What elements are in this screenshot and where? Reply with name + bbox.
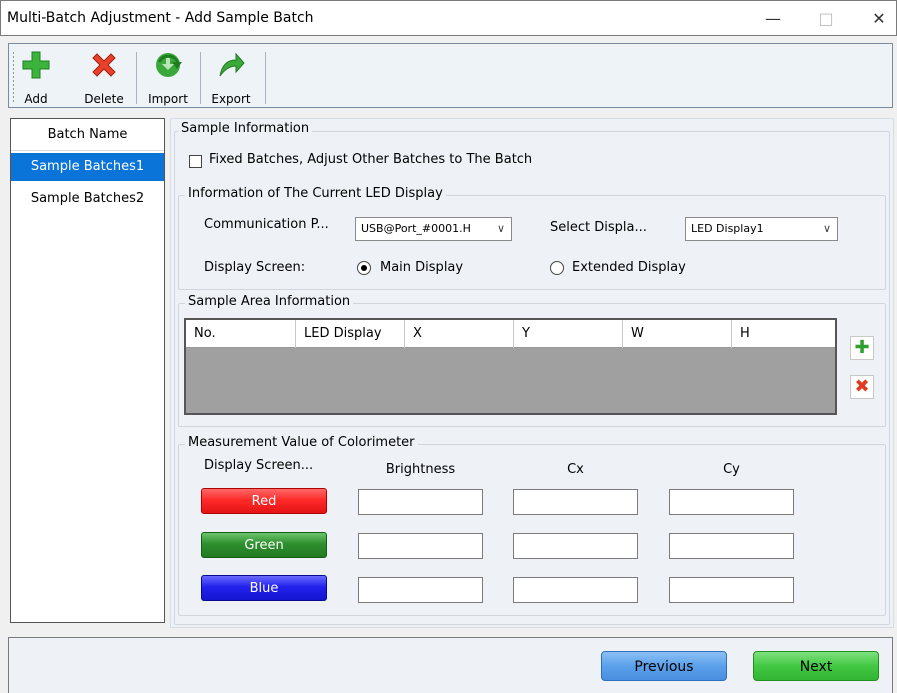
plus-icon [22, 51, 50, 79]
import-icon [156, 53, 182, 77]
plus-icon: ✚ [854, 337, 870, 358]
export-icon [219, 52, 245, 77]
column-header-no[interactable]: No. [186, 320, 296, 348]
extended-display-radio[interactable] [550, 261, 564, 275]
table-header: No. LED Display X Y W H [186, 320, 835, 348]
green-button[interactable]: Green [201, 532, 327, 558]
red-cx-input[interactable] [513, 489, 638, 515]
delete-button[interactable]: Delete [81, 48, 127, 106]
comm-port-select[interactable]: USB@Port_#0001.H ∨ [355, 217, 512, 241]
title-bar: Multi-Batch Adjustment - Add Sample Batc… [0, 0, 897, 36]
delete-label: Delete [84, 92, 124, 106]
chevron-down-icon: ∨ [496, 222, 505, 235]
next-button[interactable]: Next [753, 651, 879, 681]
cy-header: Cy [723, 462, 740, 477]
sample-info-title: Sample Information [178, 121, 313, 136]
add-button[interactable]: Add [21, 48, 51, 106]
window-title: Multi-Batch Adjustment - Add Sample Batc… [7, 10, 314, 26]
cx-header: Cx [567, 462, 584, 477]
batch-item[interactable]: Sample Batches2 [11, 185, 164, 213]
export-label: Export [211, 92, 251, 106]
brightness-header: Brightness [385, 462, 456, 477]
measurement-title: Measurement Value of Colorimeter [185, 435, 418, 450]
import-button[interactable]: Import [145, 48, 191, 106]
column-header-w[interactable]: W [623, 320, 732, 348]
blue-button[interactable]: Blue [201, 575, 327, 601]
add-area-button[interactable]: ✚ [850, 336, 874, 360]
toolbar-separator [136, 52, 137, 104]
display-screen-header: Display Screen... [204, 458, 314, 473]
current-display-title: Information of The Current LED Display [185, 186, 446, 201]
green-cx-input[interactable] [513, 533, 638, 559]
blue-cx-input[interactable] [513, 577, 638, 603]
blue-brightness-input[interactable] [358, 577, 483, 603]
sample-area-title: Sample Area Information [185, 294, 354, 309]
delete-x-icon: ✖ [854, 376, 870, 397]
batch-item[interactable]: Sample Batches1 [11, 153, 164, 181]
sample-area-table[interactable]: No. LED Display X Y W H [184, 318, 837, 415]
toolbar-grip [13, 52, 14, 104]
column-header-x[interactable]: X [405, 320, 514, 348]
maximize-button[interactable]: □ [812, 5, 840, 33]
blue-cy-input[interactable] [669, 577, 794, 603]
extended-display-label: Extended Display [572, 260, 686, 275]
minimize-button[interactable]: — [759, 5, 787, 33]
toolbar: Add Delete Import Export [8, 43, 893, 108]
delete-area-button[interactable]: ✖ [850, 375, 874, 399]
fixed-batches-label: Fixed Batches, Adjust Other Batches to T… [209, 152, 533, 167]
close-button[interactable]: ✕ [865, 5, 893, 33]
toolbar-separator [200, 52, 201, 104]
column-header-y[interactable]: Y [514, 320, 623, 348]
previous-button[interactable]: Previous [601, 651, 727, 681]
column-header-h[interactable]: H [732, 320, 835, 348]
red-brightness-input[interactable] [358, 489, 483, 515]
comm-port-label: Communication P... [204, 217, 329, 232]
batch-list-header: Batch Name [11, 119, 164, 151]
green-cy-input[interactable] [669, 533, 794, 559]
delete-x-icon [92, 53, 116, 77]
column-header-led-display[interactable]: LED Display [296, 320, 405, 348]
display-screen-label: Display Screen: [204, 260, 306, 275]
select-display-value: LED Display1 [691, 222, 764, 235]
toolbar-separator [265, 52, 266, 104]
select-display-label: Select Displa... [550, 220, 647, 235]
red-button[interactable]: Red [201, 488, 327, 514]
batch-list: Batch Name Sample Batches1 Sample Batche… [10, 118, 165, 623]
add-label: Add [24, 92, 48, 106]
comm-port-value: USB@Port_#0001.H [361, 222, 471, 235]
select-display-select[interactable]: LED Display1 ∨ [685, 217, 838, 241]
fixed-batches-checkbox[interactable] [189, 155, 202, 168]
export-button[interactable]: Export [207, 48, 255, 106]
import-label: Import [148, 92, 188, 106]
current-display-group [178, 195, 886, 290]
green-brightness-input[interactable] [358, 533, 483, 559]
main-display-label: Main Display [380, 260, 464, 275]
main-display-radio[interactable] [357, 261, 371, 275]
chevron-down-icon: ∨ [822, 222, 831, 235]
red-cy-input[interactable] [669, 489, 794, 515]
